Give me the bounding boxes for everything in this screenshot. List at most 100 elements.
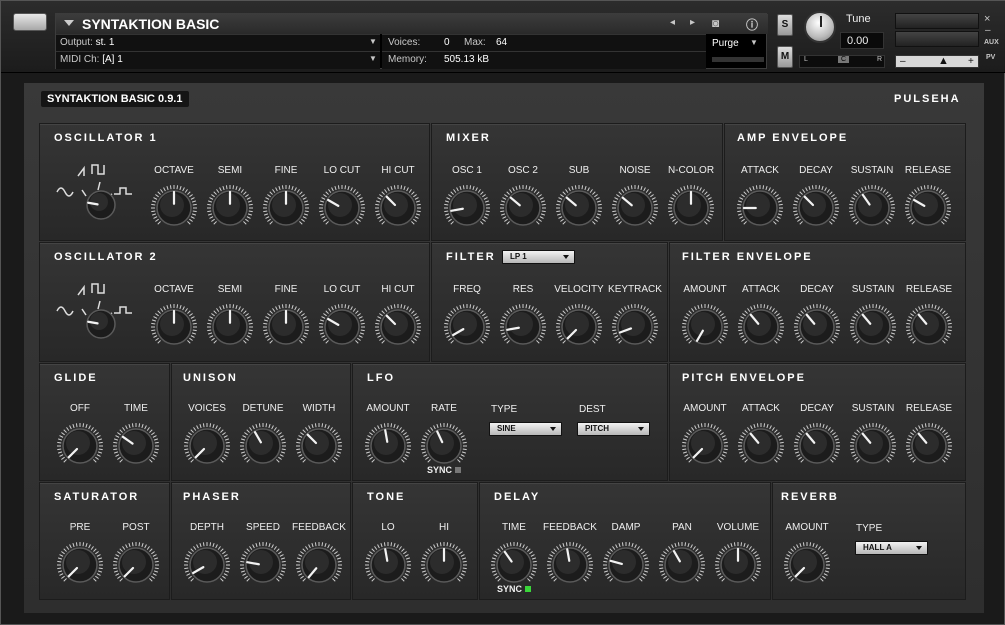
volume-plus[interactable]: + <box>968 56 974 67</box>
knob-label: RATE <box>431 403 457 414</box>
lo-cut-knob[interactable] <box>318 303 366 351</box>
filter-env-amount-knob[interactable] <box>681 303 729 351</box>
filter-type-dropdown[interactable]: LP 1 <box>502 250 575 264</box>
solo-button[interactable]: S <box>777 14 793 36</box>
hi-cut-knob[interactable] <box>374 303 422 351</box>
prev-arrow-icon[interactable]: ◂ <box>670 17 675 28</box>
unison-voices-knob[interactable] <box>183 422 231 470</box>
hi-cut-knob[interactable] <box>374 184 422 232</box>
info-icon[interactable]: ⓘ <box>746 16 758 33</box>
pitch-env-amount-knob[interactable] <box>681 422 729 470</box>
filter-env-decay-knob[interactable] <box>793 303 841 351</box>
osc2-waveform-knob[interactable] <box>84 307 118 341</box>
amp-decay-knob[interactable] <box>792 184 840 232</box>
volume-minus[interactable]: – <box>900 56 906 67</box>
filter-type-value: LP 1 <box>510 252 527 261</box>
filter-env-release-knob[interactable] <box>905 303 953 351</box>
unison-section: UNISON VOICES DETUNE WIDTH <box>171 363 351 481</box>
phaser-depth-knob[interactable] <box>183 541 231 589</box>
close-icon[interactable]: × <box>984 13 990 25</box>
lfo-sync-toggle[interactable]: SYNC <box>427 465 462 475</box>
tone-lo-knob[interactable] <box>364 541 412 589</box>
mute-button[interactable]: M <box>777 46 793 68</box>
sub-level-knob[interactable] <box>555 184 603 232</box>
output-field[interactable]: Output: st. 1 ▼ <box>56 34 380 51</box>
fine-knob[interactable] <box>262 184 310 232</box>
semi-knob[interactable] <box>206 184 254 232</box>
saturator-post-knob[interactable] <box>112 541 160 589</box>
knob-label: HI CUT <box>381 284 415 295</box>
velocity-knob[interactable] <box>555 303 603 351</box>
res-knob[interactable] <box>499 303 547 351</box>
delay-feedback-knob[interactable] <box>546 541 594 589</box>
knob-amount: AMOUNT <box>675 403 735 470</box>
osc2-level-knob[interactable] <box>499 184 547 232</box>
lfo-type-dropdown[interactable]: SINE <box>489 422 562 436</box>
tune-knob[interactable] <box>804 11 836 43</box>
purge-dropdown-icon[interactable]: ▼ <box>750 38 758 47</box>
collapse-arrow-icon[interactable] <box>64 20 74 26</box>
octave-knob[interactable] <box>150 184 198 232</box>
tune-value[interactable]: 0.00 <box>840 32 884 49</box>
aux-button[interactable]: AUX <box>984 39 999 46</box>
reverb-amount-knob[interactable] <box>783 541 831 589</box>
pitch-env-decay-knob[interactable] <box>793 422 841 470</box>
lfo-rate-knob[interactable] <box>420 422 468 470</box>
glide-mode-knob[interactable] <box>56 422 104 470</box>
camera-icon[interactable]: ◙ <box>712 16 719 30</box>
fine-knob[interactable] <box>262 303 310 351</box>
noise-color-knob[interactable] <box>667 184 715 232</box>
output-dropdown-icon[interactable]: ▼ <box>369 37 377 46</box>
semi-knob[interactable] <box>206 303 254 351</box>
saturator-pre-knob[interactable] <box>56 541 104 589</box>
unison-width-knob[interactable] <box>295 422 343 470</box>
reverb-type-dropdown[interactable]: HALL A <box>855 541 928 555</box>
phaser-feedback-knob[interactable] <box>295 541 343 589</box>
tone-hi-knob[interactable] <box>420 541 468 589</box>
purge-label[interactable]: Purge <box>712 38 739 49</box>
delay-damp-knob[interactable] <box>602 541 650 589</box>
freq-knob[interactable] <box>443 303 491 351</box>
midi-dropdown-icon[interactable]: ▼ <box>369 54 377 63</box>
delay-volume-knob[interactable] <box>714 541 762 589</box>
sync-label: SYNC <box>497 584 523 594</box>
pitch-env-attack-knob[interactable] <box>737 422 785 470</box>
lfo-amount-knob[interactable] <box>364 422 412 470</box>
phaser-speed-knob[interactable] <box>239 541 287 589</box>
delay-pan-knob[interactable] <box>658 541 706 589</box>
midi-value: [A] 1 <box>102 54 123 65</box>
osc1-level-knob[interactable] <box>443 184 491 232</box>
minimize-icon[interactable]: – <box>985 25 991 36</box>
unison-detune-knob[interactable] <box>239 422 287 470</box>
octave-knob[interactable] <box>150 303 198 351</box>
delay-sync-toggle[interactable]: SYNC <box>497 584 532 594</box>
volume-handle-icon[interactable]: ▲ <box>938 55 949 67</box>
max-value[interactable]: 64 <box>496 37 507 48</box>
lfo-dest-dropdown[interactable]: PITCH <box>577 422 650 436</box>
dropdown-arrow-icon <box>638 427 644 431</box>
glide-time-knob[interactable] <box>112 422 160 470</box>
tune-label: Tune <box>846 13 871 25</box>
osc1-waveform-knob[interactable] <box>84 188 118 222</box>
volume-slider[interactable]: – ▲ + <box>895 55 979 68</box>
pv-button[interactable]: PV <box>986 54 995 61</box>
instrument-name[interactable]: SYNTAKTION BASIC <box>82 16 219 32</box>
wrench-icon[interactable] <box>13 13 47 31</box>
noise-level-knob[interactable] <box>611 184 659 232</box>
filter-env-sustain-knob[interactable] <box>849 303 897 351</box>
pitch-env-release-knob[interactable] <box>905 422 953 470</box>
lfo-type-label: TYPE <box>491 404 518 415</box>
delay-time-knob[interactable] <box>490 541 538 589</box>
next-arrow-icon[interactable]: ▸ <box>690 17 695 28</box>
keytrack-knob[interactable] <box>611 303 659 351</box>
lo-cut-knob[interactable] <box>318 184 366 232</box>
filter-env-attack-knob[interactable] <box>737 303 785 351</box>
pitch-env-sustain-knob[interactable] <box>849 422 897 470</box>
knob-label: AMOUNT <box>683 284 727 295</box>
amp-attack-knob[interactable] <box>736 184 784 232</box>
pan-slider[interactable]: L C R <box>799 55 885 68</box>
midi-field[interactable]: MIDI Ch: [A] 1 ▼ <box>56 51 380 69</box>
amp-release-knob[interactable] <box>904 184 952 232</box>
knob-decay: DECAY <box>787 284 847 351</box>
amp-sustain-knob[interactable] <box>848 184 896 232</box>
